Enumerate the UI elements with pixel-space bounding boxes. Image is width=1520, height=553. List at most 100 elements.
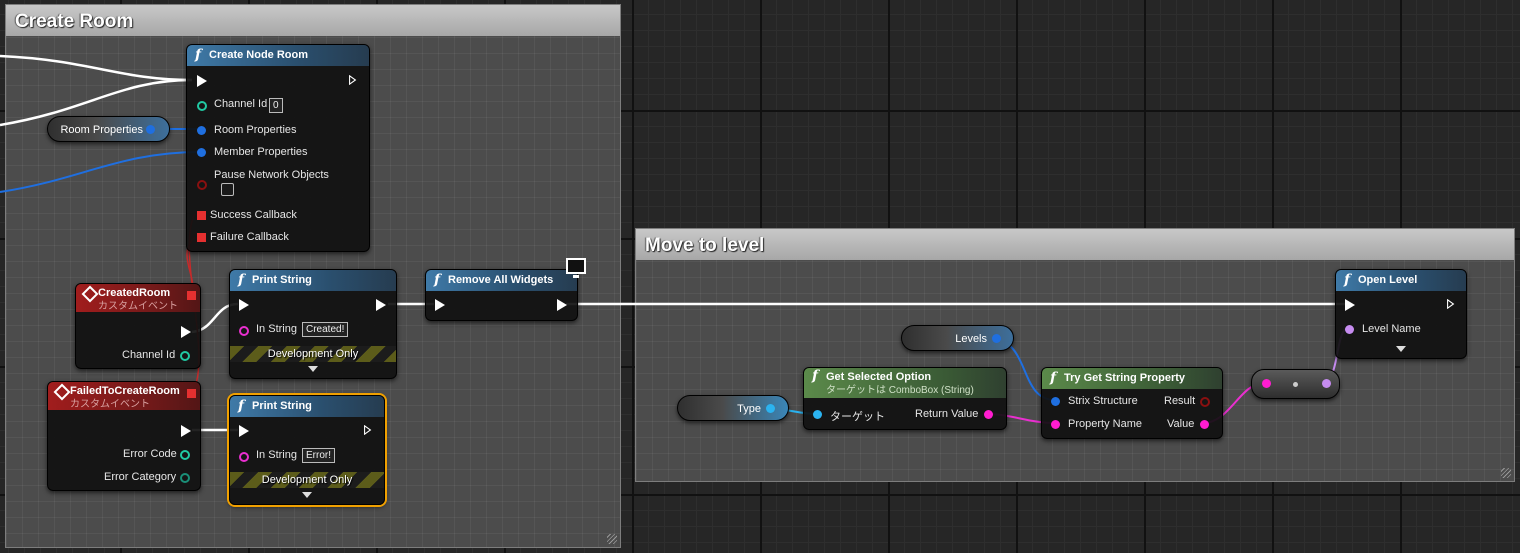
event-subtitle: カスタムイベント	[98, 301, 178, 312]
in-string-pin[interactable]	[239, 326, 249, 336]
resize-handle[interactable]	[607, 534, 617, 544]
levels-out-pin[interactable]	[992, 334, 1001, 343]
event-subtitle: カスタムイベント	[70, 399, 150, 410]
event-header[interactable]: FailedToCreateRoom カスタムイベント	[48, 382, 200, 410]
function-icon: f	[434, 272, 441, 288]
comment-title[interactable]: Create Room	[6, 5, 620, 36]
pause-network-objects-checkbox[interactable]	[221, 183, 234, 196]
exec-out-pin[interactable]	[363, 425, 372, 435]
event-title: CreatedRoom	[98, 287, 171, 299]
development-only-banner: Development Only	[230, 472, 384, 488]
exec-out-pin[interactable]	[557, 299, 567, 311]
node-subtitle: ターゲットは ComboBox (String)	[826, 385, 974, 396]
conversion-in-pin[interactable]	[1262, 379, 1271, 388]
exec-out-pin[interactable]	[348, 75, 357, 85]
error-code-pin[interactable]	[180, 450, 190, 460]
result-label: Result	[1164, 395, 1196, 407]
result-pin[interactable]	[1200, 397, 1210, 407]
property-name-pin[interactable]	[1051, 420, 1060, 429]
comment-title[interactable]: Move to level	[636, 229, 1514, 260]
channel-id-label: Channel Id	[214, 98, 268, 110]
level-name-pin[interactable]	[1345, 325, 1354, 334]
exec-in-pin[interactable]	[435, 299, 445, 311]
exec-out-pin[interactable]	[181, 425, 191, 437]
event-delegate-pin[interactable]	[187, 389, 196, 398]
node-title: Try Get String Property	[1064, 372, 1186, 384]
development-only-banner: Development Only	[230, 346, 396, 362]
create-node-room-node[interactable]: f Create Node Room Channel Id 0 Room Pro…	[186, 44, 370, 252]
room-properties-out-pin[interactable]	[146, 125, 155, 134]
exec-out-pin[interactable]	[1446, 299, 1455, 309]
print-string-node[interactable]: f Print String In String Created! Develo…	[229, 269, 397, 379]
member-properties-label: Member Properties	[214, 146, 308, 158]
room-properties-variable[interactable]: Room Properties	[47, 116, 170, 142]
success-callback-label: Success Callback	[210, 209, 297, 221]
in-string-pin[interactable]	[239, 452, 249, 462]
variable-label: Type	[737, 403, 761, 415]
node-header[interactable]: f Try Get String Property	[1042, 368, 1222, 389]
return-value-pin[interactable]	[984, 410, 993, 419]
value-pin[interactable]	[1200, 420, 1209, 429]
error-category-pin[interactable]	[180, 473, 190, 483]
function-icon: f	[195, 47, 202, 63]
node-header[interactable]: f Print String	[230, 270, 396, 291]
event-header[interactable]: CreatedRoom カスタムイベント	[76, 284, 200, 312]
exec-in-pin[interactable]	[239, 425, 249, 437]
node-header[interactable]: f Open Level	[1336, 270, 1466, 291]
success-callback-pin[interactable]	[197, 211, 206, 220]
type-variable[interactable]: Type	[677, 395, 789, 421]
room-properties-label: Room Properties	[214, 124, 297, 136]
pause-network-objects-label: Pause Network Objects	[214, 169, 329, 181]
try-get-string-property-node[interactable]: f Try Get String Property Strix Structur…	[1041, 367, 1223, 439]
event-delegate-pin[interactable]	[187, 291, 196, 300]
exec-out-pin[interactable]	[181, 326, 191, 338]
print-string-node[interactable]: f Print String In String Error! Developm…	[229, 395, 385, 505]
function-icon: f	[238, 398, 245, 414]
exec-in-pin[interactable]	[197, 75, 207, 87]
get-selected-option-node[interactable]: f Get Selected Option ターゲットは ComboBox (S…	[803, 367, 1007, 430]
channel-id-pin[interactable]	[180, 351, 190, 361]
open-level-node[interactable]: f Open Level Level Name	[1335, 269, 1467, 359]
node-title: Print String	[252, 274, 312, 286]
variable-label: Levels	[955, 333, 987, 345]
room-properties-pin[interactable]	[197, 126, 206, 135]
conversion-out-pin[interactable]	[1322, 379, 1331, 388]
strix-structure-pin[interactable]	[1051, 397, 1060, 406]
created-room-event-node[interactable]: CreatedRoom カスタムイベント Channel Id	[75, 283, 201, 369]
in-string-input[interactable]: Created!	[302, 322, 349, 337]
node-header[interactable]: f Print String	[230, 396, 384, 417]
function-icon: f	[1050, 370, 1057, 386]
string-to-name-conversion-node[interactable]	[1251, 369, 1340, 399]
node-header[interactable]: f Remove All Widgets	[426, 270, 577, 291]
levels-variable[interactable]: Levels	[901, 325, 1014, 351]
value-label: Value	[1167, 418, 1195, 430]
node-header[interactable]: f Get Selected Option ターゲットは ComboBox (S…	[804, 368, 1006, 398]
error-code-label: Error Code	[123, 448, 177, 460]
exec-in-pin[interactable]	[239, 299, 249, 311]
error-category-label: Error Category	[104, 471, 177, 483]
in-string-input[interactable]: Error!	[302, 448, 335, 463]
type-out-pin[interactable]	[766, 404, 775, 413]
remove-all-widgets-node[interactable]: f Remove All Widgets	[425, 269, 578, 321]
channel-id-label: Channel Id	[122, 349, 176, 361]
target-pin[interactable]	[813, 410, 822, 419]
node-header[interactable]: f Create Node Room	[187, 45, 369, 66]
expand-arrow-icon[interactable]	[308, 366, 318, 372]
expand-arrow-icon[interactable]	[1396, 346, 1406, 352]
failure-callback-pin[interactable]	[197, 233, 206, 242]
conversion-dot	[1293, 382, 1298, 387]
exec-in-pin[interactable]	[1345, 299, 1355, 311]
channel-id-pin[interactable]	[197, 101, 207, 111]
node-title: Open Level	[1358, 274, 1418, 286]
function-icon: f	[812, 368, 819, 384]
expand-arrow-icon[interactable]	[302, 492, 312, 498]
pause-network-objects-pin[interactable]	[197, 180, 207, 190]
failure-callback-label: Failure Callback	[210, 231, 289, 243]
exec-out-pin[interactable]	[376, 299, 386, 311]
resize-handle[interactable]	[1501, 468, 1511, 478]
failed-to-create-room-event-node[interactable]: FailedToCreateRoom カスタムイベント Error Code E…	[47, 381, 201, 491]
member-properties-pin[interactable]	[197, 148, 206, 157]
channel-id-input[interactable]: 0	[269, 98, 283, 113]
function-icon: f	[238, 272, 245, 288]
target-label: ターゲット	[830, 411, 885, 423]
